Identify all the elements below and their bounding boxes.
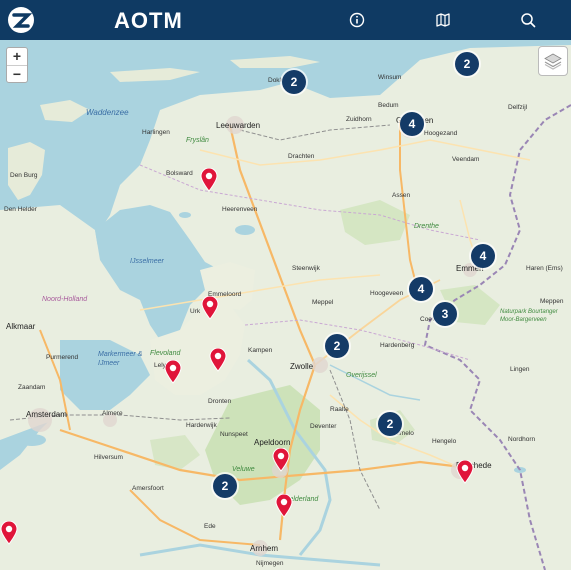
place-label: Dronten — [208, 398, 232, 405]
map-pin-icon[interactable] — [275, 494, 293, 518]
place-label: Almere — [102, 410, 123, 417]
place-label: Arnhem — [250, 544, 279, 553]
place-label: Hengelo — [432, 438, 457, 445]
cluster-marker[interactable]: 4 — [471, 244, 495, 268]
cluster-marker[interactable]: 2 — [282, 70, 306, 94]
map-pin-icon[interactable] — [164, 360, 182, 384]
place-label: Drachten — [288, 153, 315, 160]
cluster-marker[interactable]: 4 — [409, 277, 433, 301]
layers-button[interactable] — [538, 46, 568, 76]
place-label: Zwolle — [290, 362, 314, 371]
place-label: Assen — [392, 192, 411, 199]
place-label: Zuidhorn — [346, 116, 372, 123]
place-label: Deventer — [310, 423, 337, 430]
app-title: AOTM — [114, 8, 183, 33]
label-flevoland: Flevoland — [150, 350, 181, 357]
place-label: Den Helder — [4, 206, 37, 213]
cluster-marker[interactable]: 2 — [325, 334, 349, 358]
header-bar: AOTM — [0, 0, 571, 40]
label-bourtanger-moor: Naturpark Bourtanger Moor-Bargerveen — [500, 309, 558, 323]
cluster-marker[interactable]: 2 — [378, 412, 402, 436]
map-pin-icon[interactable] — [272, 448, 290, 472]
place-label: Haren (Ems) — [526, 265, 563, 272]
label-fryslan: Fryslân — [186, 137, 209, 144]
zoom-control: + − — [6, 47, 28, 83]
cluster-marker[interactable]: 3 — [433, 302, 457, 326]
label-markermeer: Markermeer & IJmeer — [98, 351, 143, 367]
place-label: Kampen — [248, 347, 273, 354]
place-label: Amsterdam — [26, 410, 67, 419]
map-pin-icon[interactable] — [209, 348, 227, 372]
cluster-marker[interactable]: 2 — [213, 474, 237, 498]
place-label: Raalte — [330, 406, 349, 413]
place-label: Harlingen — [142, 129, 170, 136]
zoom-out-button[interactable]: − — [7, 66, 27, 83]
place-label: Heerenveen — [222, 206, 258, 213]
place-label: Bolsward — [166, 170, 193, 177]
place-label: Delfzijl — [508, 104, 528, 111]
place-label: Hilversum — [94, 454, 123, 461]
place-label: Steenwijk — [292, 265, 320, 272]
place-label: Den Burg — [10, 172, 38, 179]
label-noord-holland: Noord-Holland — [42, 296, 88, 303]
map-icon — [436, 13, 450, 27]
cluster-marker[interactable]: 2 — [455, 52, 479, 76]
label-ijsselmeer: IJsselmeer — [130, 258, 164, 265]
map-canvas[interactable]: Waddenzee IJsselmeer Markermeer & IJmeer… — [0, 40, 571, 570]
place-label: Apeldoorn — [254, 438, 291, 447]
layers-icon — [544, 53, 562, 70]
place-label: Urk — [190, 308, 201, 315]
map-basemap — [0, 40, 571, 570]
search-icon — [521, 13, 536, 28]
place-label: Winsum — [378, 74, 402, 81]
search-button[interactable] — [517, 9, 539, 31]
map-button[interactable] — [432, 9, 454, 31]
place-label: Lingen — [510, 366, 530, 373]
place-label: Nunspeet — [220, 431, 248, 438]
map-pin-icon[interactable] — [200, 168, 218, 192]
place-label: Bedum — [378, 102, 399, 109]
app-logo[interactable] — [8, 7, 34, 33]
label-veluwe: Veluwe — [232, 466, 255, 473]
place-label: Hoogezand — [424, 130, 458, 137]
map-pin-icon[interactable] — [0, 521, 18, 545]
place-label: Hardenberg — [380, 342, 415, 349]
map-pin-icon[interactable] — [201, 296, 219, 320]
place-label: Purmerend — [46, 354, 79, 361]
label-overijssel: Overijssel — [346, 372, 377, 379]
place-label: Amersfoort — [132, 485, 164, 492]
place-label: Ede — [204, 523, 216, 530]
place-label: Hoogeveen — [370, 290, 404, 297]
place-label: Nijmegen — [256, 560, 284, 567]
label-drenthe: Drenthe — [414, 223, 439, 230]
logo-icon — [12, 13, 33, 28]
cluster-marker[interactable]: 4 — [400, 112, 424, 136]
label-waddenzee: Waddenzee — [86, 108, 129, 117]
info-button[interactable] — [346, 9, 368, 31]
place-label: Meppen — [540, 298, 564, 305]
place-label: Veendam — [452, 156, 480, 163]
place-label: Harderwijk — [186, 422, 217, 429]
place-label: Zaandam — [18, 384, 46, 391]
place-label: Leeuwarden — [216, 121, 261, 130]
zoom-in-button[interactable]: + — [7, 48, 27, 66]
place-label: Alkmaar — [6, 322, 36, 331]
place-label: Meppel — [312, 299, 334, 306]
place-label: Nordhorn — [508, 436, 536, 443]
map-pin-icon[interactable] — [456, 460, 474, 484]
info-icon — [349, 12, 365, 28]
